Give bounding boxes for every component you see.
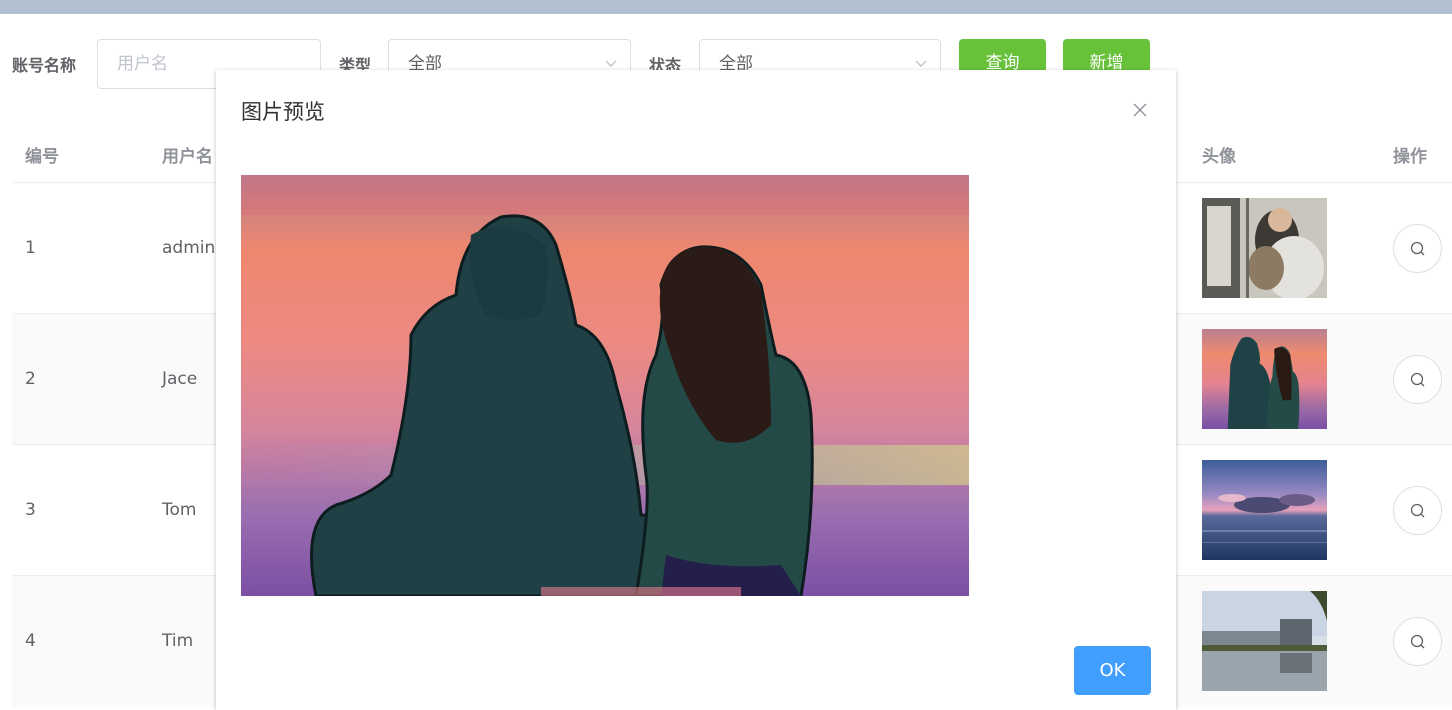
username-placeholder: 用户名 [117, 54, 168, 74]
avatar-thumbnail[interactable] [1202, 460, 1327, 560]
dialog-title: 图片预览 [241, 100, 325, 124]
row-username: admin [162, 238, 216, 258]
search-icon [1410, 241, 1425, 256]
row-id: 4 [25, 631, 36, 651]
column-header-avatar: 头像 [1202, 147, 1236, 167]
account-name-label: 账号名称 [12, 56, 77, 75]
avatar-thumbnail[interactable] [1202, 198, 1327, 298]
column-header-username: 用户名 [162, 147, 213, 167]
row-id: 3 [25, 500, 36, 520]
column-header-id: 编号 [25, 147, 59, 167]
search-icon [1410, 372, 1425, 387]
preview-image [241, 175, 969, 596]
view-button[interactable] [1393, 224, 1442, 273]
chevron-down-icon [915, 60, 927, 67]
top-bar [0, 0, 1452, 14]
row-id: 2 [25, 369, 36, 389]
column-header-action: 操作 [1393, 147, 1427, 167]
avatar-thumbnail[interactable] [1202, 591, 1327, 691]
row-username: Jace [162, 369, 198, 389]
close-icon[interactable] [1131, 101, 1149, 119]
ok-button[interactable]: OK [1074, 646, 1151, 695]
view-button[interactable] [1393, 355, 1442, 404]
row-id: 1 [25, 238, 36, 258]
view-button[interactable] [1393, 617, 1442, 666]
search-icon [1410, 634, 1425, 649]
image-preview-dialog: 图片预览 OK [216, 70, 1176, 710]
view-button[interactable] [1393, 486, 1442, 535]
avatar-thumbnail[interactable] [1202, 329, 1327, 429]
row-username: Tim [162, 631, 194, 651]
chevron-down-icon [605, 60, 617, 67]
row-username: Tom [162, 500, 197, 520]
search-icon [1410, 503, 1425, 518]
